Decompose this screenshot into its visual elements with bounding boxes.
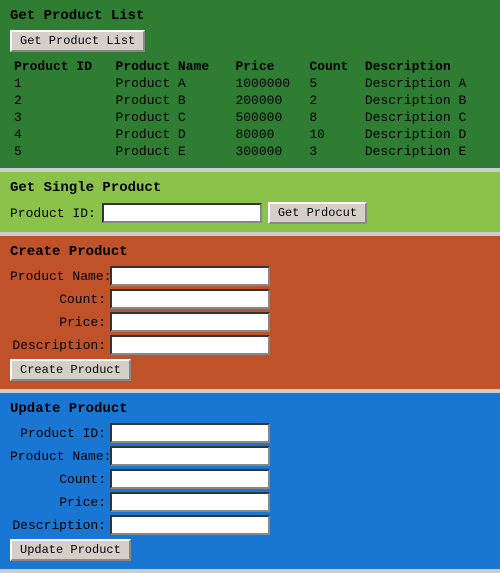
table-row: 4Product D8000010Description D <box>10 126 490 143</box>
table-cell-name: Product A <box>112 75 232 92</box>
create-desc-row: Description: <box>10 335 490 355</box>
create-section: Create Product Product Name: Count: Pric… <box>0 236 500 389</box>
update-section: Update Product Product ID: Product Name:… <box>0 393 500 569</box>
table-cell-count: 10 <box>305 126 360 143</box>
update-title: Update Product <box>10 401 490 417</box>
create-price-row: Price: <box>10 312 490 332</box>
update-price-input[interactable] <box>110 492 270 512</box>
product-id-label: Product ID: <box>10 206 96 221</box>
table-cell-price: 500000 <box>231 109 305 126</box>
table-row: 5Product E3000003Description E <box>10 143 490 160</box>
table-cell-price: 80000 <box>231 126 305 143</box>
create-button[interactable]: Create Product <box>10 359 131 381</box>
table-row: 3Product C5000008Description C <box>10 109 490 126</box>
update-desc-label: Description: <box>10 518 110 533</box>
create-title: Create Product <box>10 244 490 260</box>
table-cell-name: Product B <box>112 92 232 109</box>
product-table: Product ID Product Name Price Count Desc… <box>10 58 490 160</box>
update-price-label: Price: <box>10 495 110 510</box>
table-cell-name: Product D <box>112 126 232 143</box>
col-header-desc: Description <box>361 58 490 75</box>
col-header-name: Product Name <box>112 58 232 75</box>
table-cell-price: 1000000 <box>231 75 305 92</box>
update-desc-row: Description: <box>10 515 490 535</box>
update-desc-input[interactable] <box>110 515 270 535</box>
create-name-input[interactable] <box>110 266 270 286</box>
create-desc-label: Description: <box>10 338 110 353</box>
update-name-row: Product Name: <box>10 446 490 466</box>
get-single-button[interactable]: Get Prdocut <box>268 202 367 224</box>
get-list-button[interactable]: Get Product List <box>10 30 145 52</box>
update-name-label: Product Name: <box>10 449 110 464</box>
table-cell-price: 200000 <box>231 92 305 109</box>
table-cell-count: 8 <box>305 109 360 126</box>
table-cell-description: Description C <box>361 109 490 126</box>
update-price-row: Price: <box>10 492 490 512</box>
update-button[interactable]: Update Product <box>10 539 131 561</box>
create-count-label: Count: <box>10 292 110 307</box>
create-price-label: Price: <box>10 315 110 330</box>
table-cell-price: 300000 <box>231 143 305 160</box>
table-cell-id: 1 <box>10 75 112 92</box>
col-header-id: Product ID <box>10 58 112 75</box>
create-name-row: Product Name: <box>10 266 490 286</box>
table-cell-description: Description D <box>361 126 490 143</box>
create-count-input[interactable] <box>110 289 270 309</box>
col-header-price: Price <box>231 58 305 75</box>
update-id-row: Product ID: <box>10 423 490 443</box>
update-count-label: Count: <box>10 472 110 487</box>
update-name-input[interactable] <box>110 446 270 466</box>
create-name-label: Product Name: <box>10 269 110 284</box>
update-count-input[interactable] <box>110 469 270 489</box>
get-single-section: Get Single Product Product ID: Get Prdoc… <box>0 172 500 232</box>
table-cell-description: Description A <box>361 75 490 92</box>
get-single-form: Product ID: Get Prdocut <box>10 202 490 224</box>
table-row: 1Product A10000005Description A <box>10 75 490 92</box>
table-cell-count: 3 <box>305 143 360 160</box>
col-header-count: Count <box>305 58 360 75</box>
table-cell-description: Description E <box>361 143 490 160</box>
product-id-input[interactable] <box>102 203 262 223</box>
table-cell-count: 2 <box>305 92 360 109</box>
get-list-title: Get Product List <box>10 8 490 24</box>
table-cell-id: 3 <box>10 109 112 126</box>
table-cell-description: Description B <box>361 92 490 109</box>
update-count-row: Count: <box>10 469 490 489</box>
get-single-title: Get Single Product <box>10 180 490 196</box>
update-id-label: Product ID: <box>10 426 110 441</box>
get-list-section: Get Product List Get Product List Produc… <box>0 0 500 168</box>
table-cell-name: Product C <box>112 109 232 126</box>
table-cell-id: 5 <box>10 143 112 160</box>
create-price-input[interactable] <box>110 312 270 332</box>
table-cell-count: 5 <box>305 75 360 92</box>
table-cell-id: 2 <box>10 92 112 109</box>
create-count-row: Count: <box>10 289 490 309</box>
table-cell-id: 4 <box>10 126 112 143</box>
table-cell-name: Product E <box>112 143 232 160</box>
table-row: 2Product B2000002Description B <box>10 92 490 109</box>
update-id-input[interactable] <box>110 423 270 443</box>
create-desc-input[interactable] <box>110 335 270 355</box>
